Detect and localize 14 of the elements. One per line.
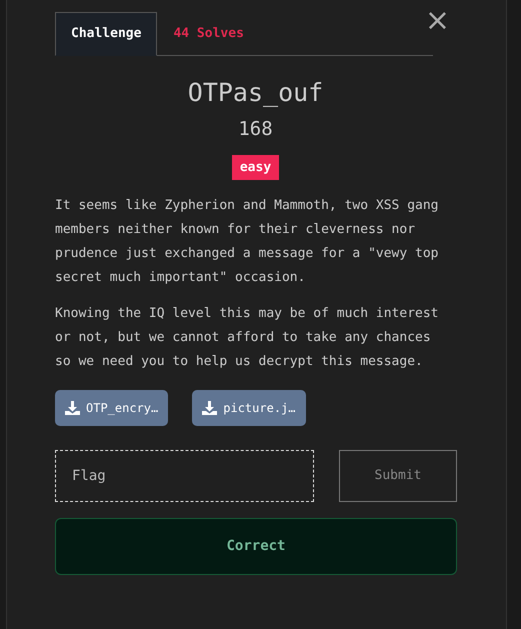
points-value: 168 <box>237 117 274 142</box>
close-button[interactable]: × <box>420 6 454 36</box>
tab[interactable]: 44 Solves <box>157 12 260 56</box>
difficulty-tag: easy <box>232 154 280 180</box>
download-icon <box>65 401 80 415</box>
download-icon <box>202 401 218 415</box>
download-button[interactable]: picture.j… <box>192 390 306 426</box>
download-button[interactable]: OTP_encry… <box>55 390 168 426</box>
flag-field[interactable]: Flag <box>55 450 314 502</box>
result-alert: Correct <box>55 518 457 575</box>
description-paragraph: Knowing the IQ level this may be of much interest or not, but we cannot afford to take any chances so we need you to help us decrypt this message. <box>55 305 440 371</box>
description-paragraph: It seems like Zypherion and Mammoth, two XSS gang members neither known for their cleverness nor prudence just exchanged a message for a "vewy top secret much important" occasion. <box>55 197 440 287</box>
challenge-title: OTPas_ouf <box>186 76 324 109</box>
tab[interactable]: Challenge <box>55 12 158 56</box>
